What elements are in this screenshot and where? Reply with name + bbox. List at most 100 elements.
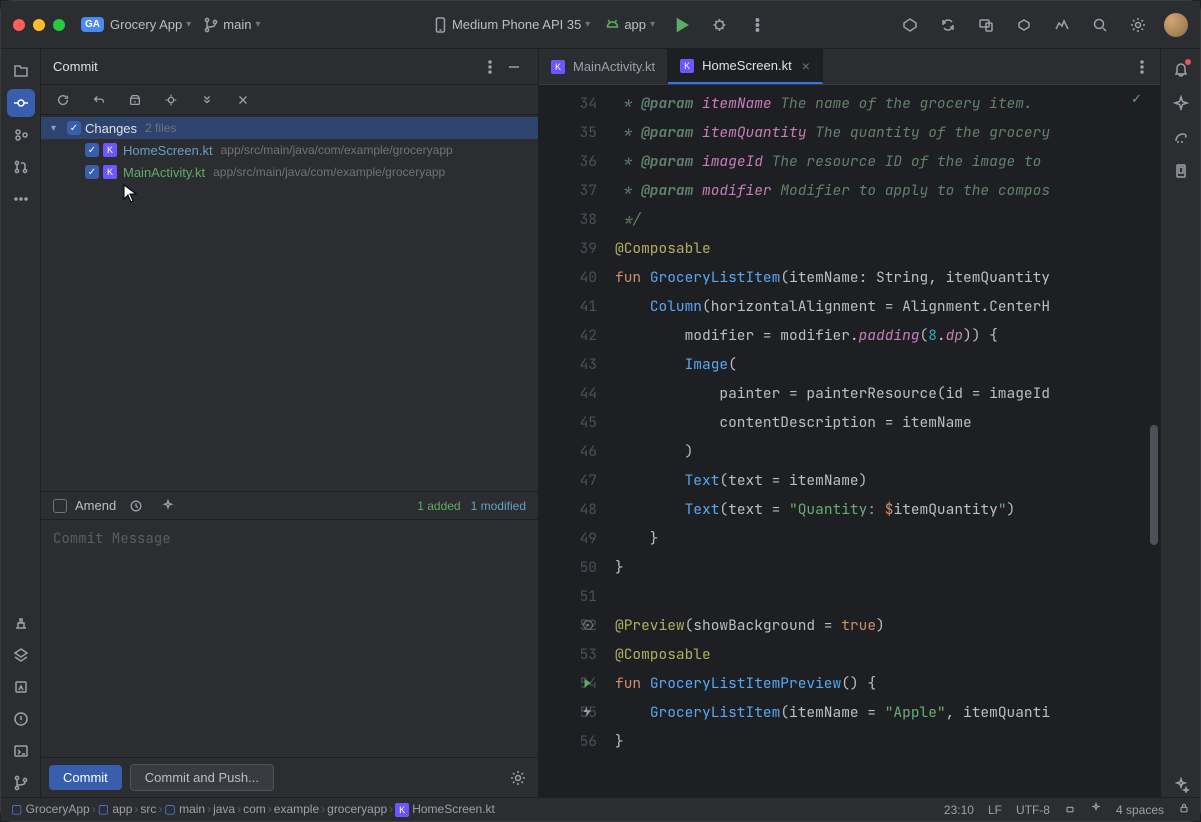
device-name: Medium Phone API 35 (452, 17, 581, 32)
project-tool-button[interactable] (7, 57, 35, 85)
revert-icon[interactable] (87, 88, 111, 112)
profiler-icon[interactable] (1050, 13, 1074, 37)
tab-options-icon[interactable] (1130, 55, 1154, 79)
code-editor[interactable]: ✓ 34353637383940414243444546474849505152… (539, 85, 1160, 797)
changes-checkbox[interactable] (67, 121, 81, 135)
structure-tool-button[interactable] (7, 121, 35, 149)
settings-icon[interactable] (1126, 13, 1150, 37)
line-separator[interactable]: LF (988, 803, 1002, 817)
scrollbar-thumb[interactable] (1150, 425, 1158, 545)
ai-assistant-button[interactable] (1169, 773, 1193, 797)
project-name[interactable]: Grocery App (110, 17, 182, 32)
titlebar-right (898, 13, 1188, 37)
version-control-button[interactable] (7, 769, 35, 797)
user-avatar[interactable] (1164, 13, 1188, 37)
commit-settings-icon[interactable] (506, 766, 530, 790)
kotlin-file-icon: K (103, 143, 117, 157)
gemini-button[interactable] (1169, 91, 1193, 115)
debug-button[interactable] (707, 13, 731, 37)
readonly-icon[interactable] (1064, 802, 1076, 817)
gradle-button[interactable] (1169, 125, 1193, 149)
module-selector[interactable]: app ▾ (604, 17, 655, 33)
file-checkbox[interactable] (85, 165, 99, 179)
code-lines[interactable]: * @param itemName The name of the grocer… (615, 85, 1160, 797)
editor-tabs: K MainActivity.kt K HomeScreen.kt × (539, 49, 1160, 85)
notifications-button[interactable] (1169, 57, 1193, 81)
close-tab-icon[interactable]: × (802, 58, 810, 74)
breadcrumbs[interactable]: ▢ GroceryApp›▢ app›src›▢ main›java›com›e… (11, 802, 495, 817)
cursor-position[interactable]: 23:10 (944, 803, 974, 817)
close-diff-icon[interactable] (231, 88, 255, 112)
amend-label: Amend (75, 498, 116, 513)
tab-label: HomeScreen.kt (702, 58, 792, 73)
history-icon[interactable] (124, 494, 148, 518)
changes-group-row[interactable]: ▾ Changes 2 files (41, 117, 538, 139)
device-selector[interactable]: Medium Phone API 35 ▾ (432, 17, 590, 33)
kotlin-file-icon: K (103, 165, 117, 179)
more-tools-button[interactable] (7, 185, 35, 213)
file-encoding[interactable]: UTF-8 (1016, 803, 1050, 817)
amend-checkbox[interactable] (53, 499, 67, 513)
build-variants-button[interactable] (7, 609, 35, 637)
titlebar: GA Grocery App ▾ main ▾ Medium Phone API… (1, 1, 1200, 49)
editor-area: K MainActivity.kt K HomeScreen.kt × ✓ 34… (539, 49, 1160, 797)
changes-tree: ▾ Changes 2 files K HomeScreen.kt app/sr… (41, 115, 538, 491)
commit-toolbar (41, 85, 538, 115)
resource-manager-button[interactable] (7, 641, 35, 669)
editor-tab[interactable]: K MainActivity.kt (539, 49, 668, 84)
changed-file-row[interactable]: K MainActivity.kt app/src/main/java/com/… (41, 161, 538, 183)
minimize-panel-icon[interactable] (502, 55, 526, 79)
refresh-icon[interactable] (51, 88, 75, 112)
status-bar: ▢ GroceryApp›▢ app›src›▢ main›java›com›e… (1, 797, 1200, 821)
ai-icon[interactable] (156, 494, 180, 518)
chevron-down-icon: ▾ (186, 19, 191, 30)
chevron-down-icon[interactable]: ▾ (51, 123, 63, 134)
editor-tab[interactable]: K HomeScreen.kt × (668, 49, 823, 84)
terminal-button[interactable] (7, 737, 35, 765)
branch-selector[interactable]: main ▾ (203, 17, 260, 33)
search-icon[interactable] (1088, 13, 1112, 37)
panel-options-icon[interactable] (478, 55, 502, 79)
diff-icon[interactable] (159, 88, 183, 112)
file-name: HomeScreen.kt (123, 143, 213, 158)
project-badge: GA (81, 17, 104, 32)
code-with-me-icon[interactable] (898, 13, 922, 37)
window-controls (13, 19, 65, 31)
amend-row: Amend 1 added 1 modified (41, 491, 538, 519)
problems-button[interactable] (7, 705, 35, 733)
file-path: app/src/main/java/com/example/groceryapp (213, 165, 445, 179)
branch-name: main (223, 17, 251, 32)
maximize-window[interactable] (53, 19, 65, 31)
lock-icon[interactable] (1178, 802, 1190, 817)
indent-setting[interactable]: 4 spaces (1116, 803, 1164, 817)
file-path: app/src/main/java/com/example/groceryapp (221, 143, 453, 157)
device-manager-icon[interactable] (974, 13, 998, 37)
close-window[interactable] (13, 19, 25, 31)
shelve-icon[interactable] (123, 88, 147, 112)
file-checkbox[interactable] (85, 143, 99, 157)
pull-requests-tool-button[interactable] (7, 153, 35, 181)
right-tool-rail (1160, 49, 1200, 797)
commit-button[interactable]: Commit (49, 765, 122, 790)
commit-message-input[interactable] (41, 520, 538, 757)
commit-tool-button[interactable] (7, 89, 35, 117)
gradle-sync-icon[interactable] (1012, 13, 1036, 37)
main-layout: Commit ▾ Changes 2 files K HomeScreen.kt (1, 49, 1200, 797)
changed-file-row[interactable]: K HomeScreen.kt app/src/main/java/com/ex… (41, 139, 538, 161)
kotlin-file-icon: K (551, 60, 565, 74)
more-run-button[interactable] (745, 13, 769, 37)
inspection-ok-icon[interactable]: ✓ (1131, 91, 1142, 107)
changelist-icon[interactable] (195, 88, 219, 112)
sync-icon[interactable] (936, 13, 960, 37)
chevron-down-icon: ▾ (585, 19, 590, 30)
commit-actions: Commit Commit and Push... (41, 757, 538, 797)
app-quality-button[interactable] (7, 673, 35, 701)
commit-and-push-button[interactable]: Commit and Push... (130, 764, 274, 791)
run-button[interactable] (669, 13, 693, 37)
file-name: MainActivity.kt (123, 165, 205, 180)
phone-icon (432, 17, 448, 33)
minimize-window[interactable] (33, 19, 45, 31)
commit-panel: Commit ▾ Changes 2 files K HomeScreen.kt (41, 49, 539, 797)
device-explorer-button[interactable] (1169, 159, 1193, 183)
ai-status-icon[interactable] (1090, 802, 1102, 817)
